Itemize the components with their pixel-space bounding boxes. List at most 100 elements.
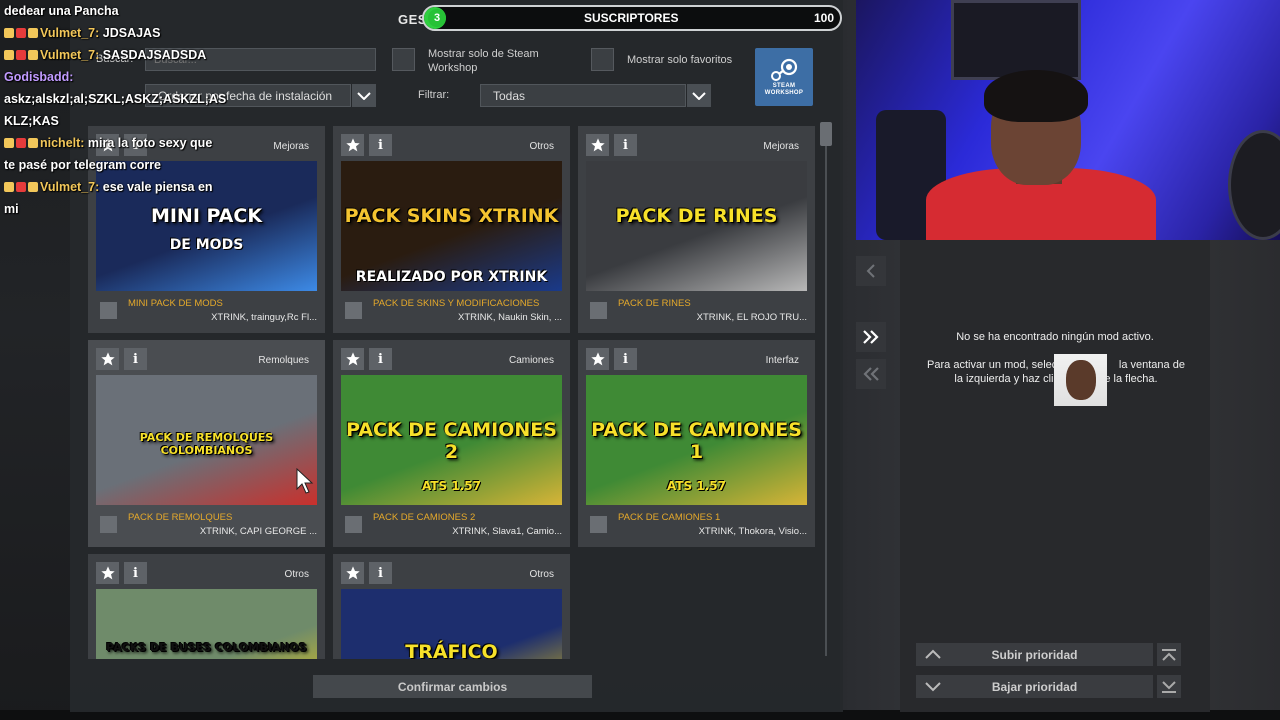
active-mods-panel: No se ha encontrado ningún mod activo. P… — [900, 240, 1210, 712]
mod-title: MINI PACK DE MODS — [128, 298, 223, 309]
wall-picture — [951, 0, 1081, 80]
chat-username: Vulmet_7: — [40, 48, 100, 62]
double-chevron-right-icon — [863, 330, 879, 344]
mod-category: Otros — [529, 141, 554, 152]
favorites-only-checkbox[interactable] — [591, 48, 614, 71]
mod-select-checkbox[interactable] — [590, 302, 607, 319]
thumbnail-subbanner: ATS 1.57 — [422, 479, 481, 493]
favorite-star-button[interactable] — [341, 562, 364, 584]
thumbnail-banner: PACK DE REMOLQUES COLOMBIANOS — [139, 431, 274, 457]
steam-workshop-button[interactable]: STEAM WORKSHOP — [755, 48, 813, 106]
sort-dropdown-button[interactable] — [352, 84, 376, 107]
filter-dropdown-button[interactable] — [687, 84, 711, 107]
raise-to-top-button[interactable] — [1157, 643, 1181, 666]
thumbnail-subbanner: REALIZADO POR XTRINK — [355, 269, 548, 285]
lower-priority-button[interactable]: Bajar prioridad — [916, 675, 1153, 698]
mod-select-checkbox[interactable] — [590, 516, 607, 533]
mod-thumbnail[interactable]: PACK DE RINES — [586, 161, 807, 291]
info-icon: i — [623, 351, 628, 367]
mod-thumbnail[interactable]: PACK SKINS XTRINK REALIZADO POR XTRINK — [341, 161, 562, 291]
favorite-star-button[interactable] — [586, 348, 609, 370]
mod-authors: XTRINK, CAPI GEORGE ... — [199, 526, 317, 537]
filter-select[interactable]: Todas — [480, 84, 686, 107]
mod-card[interactable]: i Camiones PACK DE CAMIONES 2 ATS 1.57 P… — [333, 340, 570, 547]
mod-category: Otros — [284, 569, 309, 580]
favorite-star-button[interactable] — [96, 348, 119, 370]
chat-message: KLZ;KAS — [4, 110, 274, 132]
mod-card[interactable]: i Otros TRÁFICO COLOMBIANO — [333, 554, 570, 659]
mouse-cursor-icon — [296, 468, 314, 494]
mod-title: PACK DE REMOLQUES — [128, 512, 233, 523]
mod-info-button[interactable]: i — [614, 348, 637, 370]
deactivate-mod-button[interactable] — [856, 359, 886, 389]
double-chevron-up-icon — [1162, 648, 1176, 661]
mod-card[interactable]: i Otros PACKS DE BUSES COLOMBIANOS — [88, 554, 325, 659]
mod-info-button[interactable]: i — [369, 134, 392, 156]
mod-category: Mejoras — [273, 141, 309, 152]
chat-message: dedear una Pancha — [4, 0, 274, 22]
favorite-star-button[interactable] — [96, 562, 119, 584]
thumbnail-subbanner: ATS 1.57 — [667, 479, 726, 493]
mod-thumbnail[interactable]: PACK DE REMOLQUES COLOMBIANOS — [96, 375, 317, 505]
thumbnail-banner: PACK SKINS XTRINK — [344, 205, 559, 227]
move-left-button[interactable] — [856, 256, 886, 286]
favorite-star-button[interactable] — [341, 134, 364, 156]
mod-card[interactable]: i Otros PACK SKINS XTRINK REALIZADO POR … — [333, 126, 570, 333]
thumbnail-banner: PACKS DE BUSES COLOMBIANOS — [106, 641, 307, 654]
info-icon: i — [133, 565, 138, 581]
mod-thumbnail[interactable]: PACKS DE BUSES COLOMBIANOS — [96, 589, 317, 659]
mod-thumbnail[interactable]: TRÁFICO COLOMBIANO — [341, 589, 562, 659]
mod-info-button[interactable]: i — [369, 348, 392, 370]
mod-authors: XTRINK, Thokora, Visio... — [698, 526, 807, 537]
hint-line1: Para activar un mod, selecc — [927, 359, 1063, 371]
mod-thumbnail[interactable]: PACK DE CAMIONES 2 ATS 1.57 — [341, 375, 562, 505]
mod-thumbnail[interactable]: PACK DE CAMIONES 1 ATS 1.57 — [586, 375, 807, 505]
mod-category: Remolques — [258, 355, 309, 366]
mod-select-checkbox[interactable] — [345, 516, 362, 533]
mod-info-button[interactable]: i — [614, 134, 637, 156]
mod-select-checkbox[interactable] — [345, 302, 362, 319]
activate-mod-button[interactable] — [856, 322, 886, 352]
mod-category: Otros — [529, 569, 554, 580]
info-icon: i — [378, 565, 383, 581]
chevron-up-icon — [925, 649, 941, 659]
chat-username: nichelt: — [40, 136, 85, 150]
star-icon — [345, 352, 360, 366]
mod-card[interactable]: i Interfaz PACK DE CAMIONES 1 ATS 1.57 P… — [578, 340, 815, 547]
chat-message: Vulmet_7: SASDAJSADSDA — [4, 44, 274, 66]
mod-info-button[interactable]: i — [124, 348, 147, 370]
chat-text: te pasé por telegram corre — [4, 158, 162, 172]
chat-badge-icon — [4, 50, 14, 60]
chat-username: Vulmet_7: — [40, 26, 100, 40]
confirm-changes-button[interactable]: Confirmar cambios — [313, 675, 592, 698]
mod-info-button[interactable]: i — [124, 562, 147, 584]
scrollbar-thumb[interactable] — [820, 122, 832, 146]
chat-message: Vulmet_7: ese vale piensa en — [4, 176, 274, 198]
lower-priority-label: Bajar prioridad — [991, 679, 1078, 694]
chat-text: JDSAJAS — [99, 26, 161, 40]
no-active-mods-message: No se ha encontrado ningún mod activo. — [956, 331, 1154, 343]
lower-to-bottom-button[interactable] — [1157, 675, 1181, 698]
steam-only-checkbox[interactable] — [392, 48, 415, 71]
chat-badge-icon — [28, 138, 38, 148]
steam-label: STEAM — [772, 83, 796, 89]
thumbnail-banner: PACK DE RINES — [615, 205, 778, 227]
raise-priority-button[interactable]: Subir prioridad — [916, 643, 1153, 666]
star-icon — [345, 566, 360, 580]
chat-text: mira la foto sexy que — [84, 136, 213, 150]
mod-list-scrollbar[interactable] — [818, 122, 834, 662]
favorite-star-button[interactable] — [586, 134, 609, 156]
mod-info-button[interactable]: i — [369, 562, 392, 584]
fan-shape — [1228, 130, 1280, 240]
mod-card[interactable]: i Remolques PACK DE REMOLQUES COLOMBIANO… — [88, 340, 325, 547]
favorite-star-button[interactable] — [341, 348, 364, 370]
mod-card[interactable]: i Mejoras PACK DE RINES PACK DE RINES XT… — [578, 126, 815, 333]
subscriber-goal-count: 100 — [813, 11, 834, 25]
mod-select-checkbox[interactable] — [100, 516, 117, 533]
mod-select-checkbox[interactable] — [100, 302, 117, 319]
double-chevron-left-icon — [863, 367, 879, 381]
thumbnail-banner: PACK DE CAMIONES 2 — [346, 419, 557, 463]
info-icon: i — [378, 351, 383, 367]
hint-line1b: la ventana de — [1118, 359, 1185, 371]
thumbnail-banner: TRÁFICO — [405, 641, 498, 659]
